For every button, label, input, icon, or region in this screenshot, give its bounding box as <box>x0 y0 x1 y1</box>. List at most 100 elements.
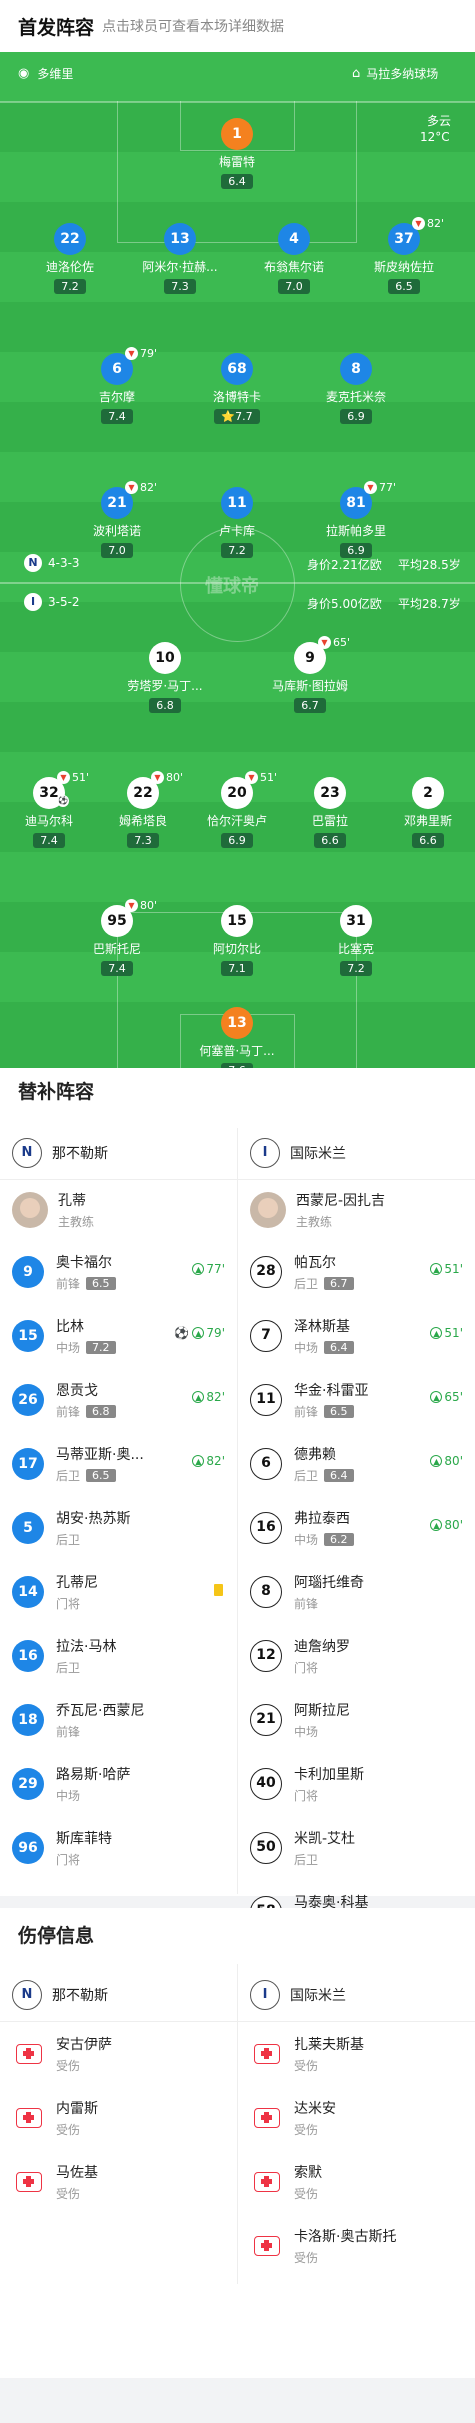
player-rating: 6.9 <box>221 833 253 848</box>
player-name: 奥卡福尔 <box>56 1255 112 1271</box>
player-name: 达米安 <box>294 2101 336 2117</box>
sub-player-row[interactable]: 18 乔瓦尼·西蒙尼 前锋 <box>0 1688 237 1752</box>
player-home[interactable]: 8 麦克托米奈 6.9 <box>308 353 404 424</box>
home-team-row[interactable]: N 那不勒斯 <box>0 1968 237 2022</box>
jersey-number: 28 <box>250 1256 282 1288</box>
jersey-number: 8 <box>250 1576 282 1608</box>
player-home[interactable]: 1 梅雷特 6.4 <box>189 118 285 189</box>
injured-player-row[interactable]: 索默 受伤 <box>238 2150 475 2214</box>
sub-player-row[interactable]: 16 弗拉泰西 中场 6.2 ▲ 80' <box>238 1496 475 1560</box>
sub-player-row[interactable]: 14 孔蒂尼 门将 <box>0 1560 237 1624</box>
sub-on-arrow-icon: ▲ <box>430 1519 443 1531</box>
sub-player-row[interactable]: 7 泽林斯基 中场 6.4 ▲ 51' <box>238 1304 475 1368</box>
injured-player-row[interactable]: 马佐基 受伤 <box>0 2150 237 2214</box>
player-away[interactable]: 9 ▼ 65' 马库斯·图拉姆 6.7 <box>262 636 358 713</box>
player-away[interactable]: 31 比塞克 7.2 <box>308 905 404 976</box>
player-home[interactable]: 6 ▼ 79' 吉尔摩 7.4 <box>69 347 165 424</box>
player-rating: 7.4 <box>101 961 133 976</box>
jersey-number: 96 <box>12 1832 44 1864</box>
sub-player-row[interactable]: 5 胡安·热苏斯 后卫 <box>0 1496 237 1560</box>
sub-player-row[interactable]: 11 华金·科雷亚 前锋 6.5 ▲ 65' <box>238 1368 475 1432</box>
player-home[interactable]: 68 洛博特卡 ⭐7.7 <box>189 353 285 424</box>
sub-player-row[interactable]: 96 斯库菲特门将 <box>0 1816 237 1880</box>
player-name: 麦克托米奈 <box>325 390 386 404</box>
player-away[interactable]: 2 邓弗里斯 6.6 <box>380 777 475 848</box>
away-avg-age: 平均28.7岁 <box>398 597 461 611</box>
player-away[interactable]: 95 ▼ 80' 巴斯托尼 7.4 <box>69 899 165 976</box>
medical-kit-icon <box>16 2172 42 2192</box>
sub-player-row[interactable]: 21 阿斯拉尼 中场 <box>238 1688 475 1752</box>
player-away[interactable]: 15 阿切尔比 7.1 <box>189 905 285 976</box>
sub-player-row[interactable]: 29 路易斯·哈萨 中场 <box>0 1752 237 1816</box>
sub-arrow-icon: ▼ <box>125 899 138 912</box>
injured-player-row[interactable]: 内雷斯 受伤 <box>0 2086 237 2150</box>
player-rating: 6.6 <box>412 833 444 848</box>
sub-player-row[interactable]: 8 阿瑙托维奇 前锋 <box>238 1560 475 1624</box>
sub-player-row[interactable]: 16 拉法·马林 后卫 <box>0 1624 237 1688</box>
away-team-row[interactable]: I 国际米兰 <box>238 1968 475 2022</box>
jersey-number: 1 <box>221 118 253 150</box>
player-position: 中场 <box>56 1341 81 1355</box>
sub-off-indicator: ▼ 80' <box>125 899 157 912</box>
away-team-row[interactable]: I 国际米兰 <box>238 1126 475 1180</box>
sub-arrow-icon: ▼ <box>125 347 138 360</box>
temperature: 12°C <box>420 130 450 144</box>
player-name: 马库斯·图拉姆 <box>272 679 348 693</box>
sub-on-minute: ▲ 80' <box>430 1454 463 1468</box>
sub-player-row[interactable]: 6 德弗赖 后卫 6.4 ▲ 80' <box>238 1432 475 1496</box>
sub-player-row[interactable]: 9 奥卡福尔 前锋 6.5 ▲ 77' <box>0 1240 237 1304</box>
player-home[interactable]: 81 ▼ 77' 拉斯帕多里 6.9 <box>308 481 404 558</box>
home-coach[interactable]: 孔蒂 主教练 <box>0 1180 237 1240</box>
sub-off-indicator: ▼ 77' <box>364 481 396 494</box>
injury-status: 受伤 <box>294 2059 319 2073</box>
injury-status: 受伤 <box>294 2123 319 2137</box>
sub-player-row[interactable]: 15 比林 中场 7.2 ⚽ ▲ 79' <box>0 1304 237 1368</box>
away-coach[interactable]: 西蒙尼-因扎吉 主教练 <box>238 1180 475 1240</box>
player-away[interactable]: 13何塞普·马丁...7.6 <box>189 1007 285 1068</box>
sub-player-row[interactable]: 12 迪詹纳罗 门将 <box>238 1624 475 1688</box>
player-name: 斯库菲特 <box>56 1831 112 1847</box>
player-position: 前锋 <box>56 1405 81 1419</box>
jersey-number: 18 <box>12 1704 44 1736</box>
player-name: 吉尔摩 <box>98 390 135 404</box>
player-away[interactable]: 32 ▼ 51' ⚽ 迪马尔科 7.4 <box>1 771 97 848</box>
medical-kit-icon <box>254 2172 280 2192</box>
player-name: 迪洛伦佐 <box>45 260 94 274</box>
player-name: 波利塔诺 <box>92 524 141 538</box>
player-position: 门将 <box>56 1853 81 1867</box>
player-position: 后卫 <box>56 1661 81 1675</box>
sub-player-row[interactable]: 50 米凯-艾杜 后卫 <box>238 1816 475 1880</box>
player-home[interactable]: 37 ▼ 82' 斯皮纳佐拉 6.5 <box>356 217 452 294</box>
jersey-number: 15 <box>221 905 253 937</box>
player-home[interactable]: 4 布翁焦尔诺 7.0 <box>246 223 342 294</box>
player-away[interactable]: 22 ▼ 80' 姆希塔良 7.3 <box>95 771 191 848</box>
player-name: 卡洛斯·奥古斯托 <box>294 2229 397 2245</box>
sub-player-row[interactable]: 26 恩贡戈 前锋 6.8 ▲ 82' <box>0 1368 237 1432</box>
player-home[interactable]: 22 迪洛伦佐 7.2 <box>22 223 118 294</box>
injured-player-row[interactable]: 达米安 受伤 <box>238 2086 475 2150</box>
sub-player-row[interactable]: 40 卡利加里斯 门将 <box>238 1752 475 1816</box>
player-home[interactable]: 21 ▼ 82' 波利塔诺 7.0 <box>69 481 165 558</box>
sub-arrow-icon: ▼ <box>151 771 164 784</box>
injured-player-row[interactable]: 卡洛斯·奥古斯托 受伤 <box>238 2214 475 2278</box>
player-name: 何塞普·马丁... <box>199 1044 275 1058</box>
away-injuries-column: I 国际米兰 扎莱夫斯基 受伤 达米安 受伤 索默 受伤 卡洛斯·奥古斯托 受伤 <box>238 1968 475 2278</box>
sub-on-minute: ▲ 51' <box>430 1262 463 1276</box>
player-name: 洛博特卡 <box>212 390 261 404</box>
sub-player-row[interactable]: 28 帕瓦尔 后卫 6.7 ▲ 51' <box>238 1240 475 1304</box>
home-team-row[interactable]: N 那不勒斯 <box>0 1126 237 1180</box>
player-away[interactable]: 10 劳塔罗·马丁... 6.8 <box>117 642 213 713</box>
player-away[interactable]: 23 巴雷拉 6.6 <box>282 777 378 848</box>
player-name: 姆希塔良 <box>118 814 167 828</box>
injured-player-row[interactable]: 扎莱夫斯基 受伤 <box>238 2022 475 2086</box>
jersey-number: 31 <box>340 905 372 937</box>
player-rating: 7.2 <box>54 279 86 294</box>
player-home[interactable]: 13 阿米尔·拉赫... 7.3 <box>132 223 228 294</box>
sub-on-minute: ▲ 79' <box>192 1326 225 1340</box>
injured-player-row[interactable]: 安古伊萨 受伤 <box>0 2022 237 2086</box>
sub-player-row[interactable]: 17 马蒂亚斯·奥... 后卫 6.5 ▲ 82' <box>0 1432 237 1496</box>
player-name: 胡安·热苏斯 <box>56 1511 131 1527</box>
player-away[interactable]: 20 ▼ 51' 恰尔汗奥卢 6.9 <box>189 771 285 848</box>
player-rating: 6.8 <box>149 698 181 713</box>
player-home[interactable]: 11 卢卡库 7.2 <box>189 487 285 558</box>
